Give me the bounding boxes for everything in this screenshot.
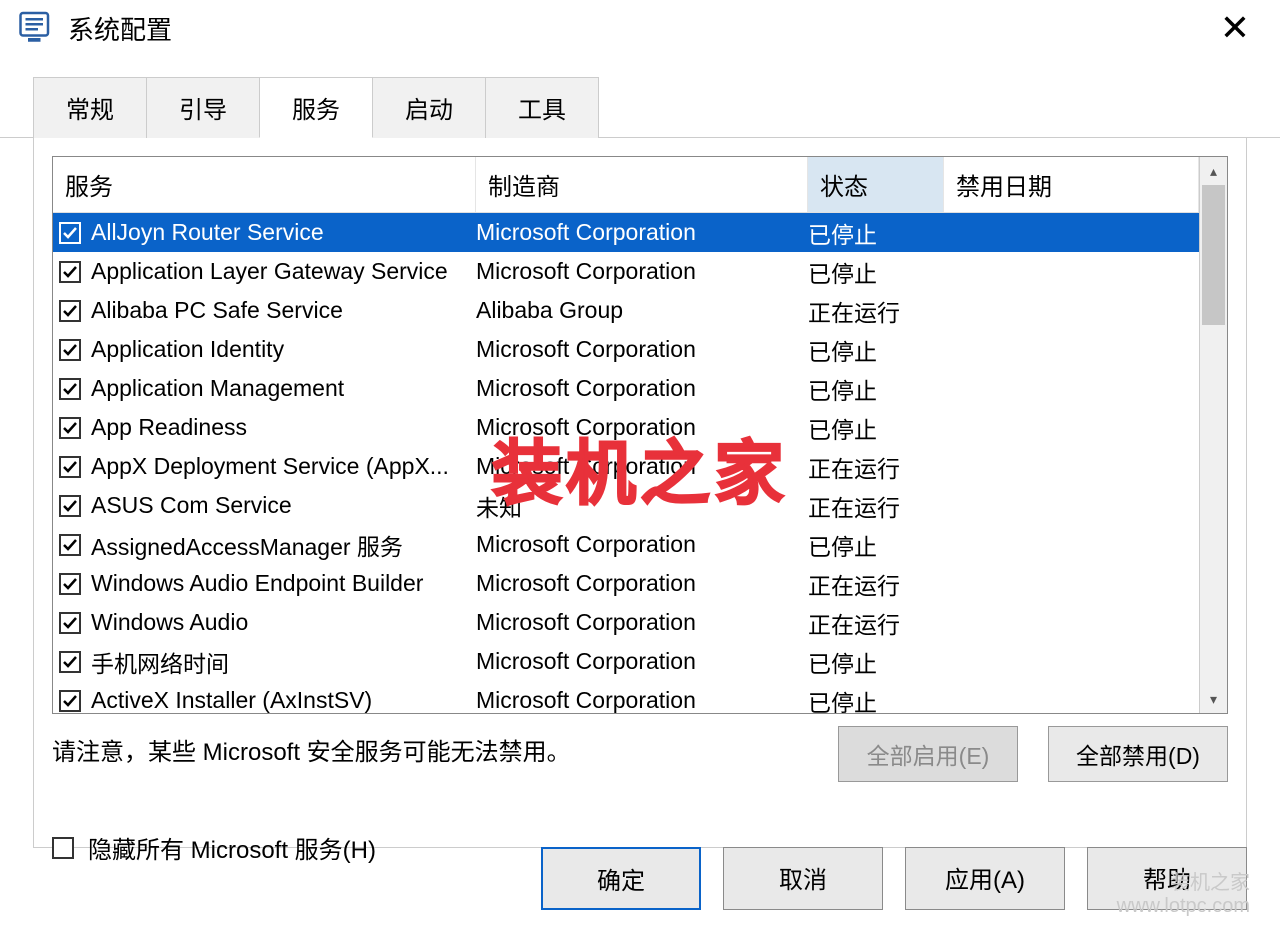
scroll-thumb[interactable]: [1202, 185, 1225, 325]
table-row[interactable]: Application ManagementMicrosoft Corporat…: [53, 369, 1199, 408]
table-row[interactable]: Windows AudioMicrosoft Corporation正在运行: [53, 603, 1199, 642]
cell-status: 正在运行: [808, 489, 944, 523]
cell-status: 已停止: [808, 411, 944, 445]
cell-service: AppX Deployment Service (AppX...: [87, 453, 476, 480]
tab-startup[interactable]: 启动: [372, 77, 486, 138]
ok-button[interactable]: 确定: [541, 847, 701, 910]
list-body[interactable]: AllJoyn Router ServiceMicrosoft Corporat…: [53, 213, 1199, 713]
close-button[interactable]: ✕: [1202, 10, 1268, 46]
col-manufacturer[interactable]: 制造商: [476, 157, 808, 212]
checkbox-icon: [52, 837, 74, 859]
enable-all-button[interactable]: 全部启用(E): [838, 726, 1018, 782]
row-checkbox[interactable]: [53, 651, 87, 673]
cell-service: 手机网络时间: [87, 645, 476, 679]
cell-status: 已停止: [808, 372, 944, 406]
row-checkbox[interactable]: [53, 378, 87, 400]
cell-status: 已停止: [808, 684, 944, 714]
cell-service: Windows Audio: [87, 609, 476, 636]
row-checkbox[interactable]: [53, 222, 87, 244]
cell-status: 正在运行: [808, 450, 944, 484]
tab-boot[interactable]: 引导: [146, 77, 260, 138]
table-row[interactable]: ActiveX Installer (AxInstSV)Microsoft Co…: [53, 681, 1199, 713]
cell-manufacturer: Microsoft Corporation: [476, 336, 808, 363]
cell-status: 已停止: [808, 216, 944, 250]
row-checkbox[interactable]: [53, 417, 87, 439]
cell-manufacturer: Microsoft Corporation: [476, 453, 808, 480]
row-checkbox[interactable]: [53, 456, 87, 478]
table-row[interactable]: AllJoyn Router ServiceMicrosoft Corporat…: [53, 213, 1199, 252]
row-checkbox[interactable]: [53, 261, 87, 283]
hide-microsoft-label: 隐藏所有 Microsoft 服务(H): [88, 830, 376, 865]
cell-service: ASUS Com Service: [87, 492, 476, 519]
tab-strip: 常规 引导 服务 启动 工具: [0, 76, 1280, 138]
cell-service: Application Identity: [87, 336, 476, 363]
title-bar: 系统配置 ✕: [0, 0, 1280, 56]
scroll-track[interactable]: [1200, 185, 1227, 685]
col-status[interactable]: 状态: [808, 157, 944, 212]
help-button[interactable]: 帮助: [1087, 847, 1247, 910]
row-checkbox[interactable]: [53, 300, 87, 322]
disable-all-button[interactable]: 全部禁用(D): [1048, 726, 1228, 782]
cell-manufacturer: Microsoft Corporation: [476, 414, 808, 441]
cell-manufacturer: Microsoft Corporation: [476, 570, 808, 597]
scroll-down-button[interactable]: ▾: [1200, 685, 1227, 713]
table-row[interactable]: ASUS Com Service未知正在运行: [53, 486, 1199, 525]
table-row[interactable]: AssignedAccessManager 服务Microsoft Corpor…: [53, 525, 1199, 564]
table-row[interactable]: Windows Audio Endpoint BuilderMicrosoft …: [53, 564, 1199, 603]
table-row[interactable]: AppX Deployment Service (AppX...Microsof…: [53, 447, 1199, 486]
window-title: 系统配置: [68, 10, 172, 47]
services-list: 服务 制造商 状态 禁用日期 AllJoyn Router ServiceMic…: [52, 156, 1228, 714]
cell-service: AllJoyn Router Service: [87, 219, 476, 246]
cell-service: Application Layer Gateway Service: [87, 258, 476, 285]
col-service[interactable]: 服务: [53, 157, 476, 212]
cell-service: App Readiness: [87, 414, 476, 441]
cell-status: 正在运行: [808, 606, 944, 640]
cell-status: 已停止: [808, 528, 944, 562]
table-row[interactable]: Application IdentityMicrosoft Corporatio…: [53, 330, 1199, 369]
tab-services[interactable]: 服务: [259, 77, 373, 138]
table-row[interactable]: Application Layer Gateway ServiceMicroso…: [53, 252, 1199, 291]
cell-manufacturer: Microsoft Corporation: [476, 258, 808, 285]
cell-status: 正在运行: [808, 294, 944, 328]
cell-status: 已停止: [808, 255, 944, 289]
vertical-scrollbar[interactable]: ▴ ▾: [1199, 157, 1227, 713]
scroll-up-button[interactable]: ▴: [1200, 157, 1227, 185]
dialog-footer: 确定 取消 应用(A) 帮助: [541, 847, 1247, 910]
cell-manufacturer: 未知: [476, 489, 808, 523]
list-header: 服务 制造商 状态 禁用日期: [53, 157, 1199, 213]
table-row[interactable]: Alibaba PC Safe ServiceAlibaba Group正在运行: [53, 291, 1199, 330]
services-panel: 服务 制造商 状态 禁用日期 AllJoyn Router ServiceMic…: [33, 138, 1247, 848]
cell-manufacturer: Microsoft Corporation: [476, 648, 808, 675]
row-checkbox[interactable]: [53, 339, 87, 361]
tab-general[interactable]: 常规: [33, 77, 147, 138]
cell-manufacturer: Microsoft Corporation: [476, 531, 808, 558]
cell-manufacturer: Microsoft Corporation: [476, 219, 808, 246]
cell-status: 已停止: [808, 645, 944, 679]
cell-manufacturer: Microsoft Corporation: [476, 687, 808, 713]
msconfig-icon: [18, 8, 58, 48]
cell-status: 已停止: [808, 333, 944, 367]
row-checkbox[interactable]: [53, 573, 87, 595]
cell-service: AssignedAccessManager 服务: [87, 528, 476, 562]
cell-manufacturer: Alibaba Group: [476, 297, 808, 324]
row-checkbox[interactable]: [53, 534, 87, 556]
cell-manufacturer: Microsoft Corporation: [476, 609, 808, 636]
table-row[interactable]: App ReadinessMicrosoft Corporation已停止: [53, 408, 1199, 447]
row-checkbox[interactable]: [53, 495, 87, 517]
cell-service: Alibaba PC Safe Service: [87, 297, 476, 324]
row-checkbox[interactable]: [53, 690, 87, 712]
security-note: 请注意，某些 Microsoft 安全服务可能无法禁用。: [52, 726, 838, 767]
apply-button[interactable]: 应用(A): [905, 847, 1065, 910]
table-row[interactable]: 手机网络时间Microsoft Corporation已停止: [53, 642, 1199, 681]
cancel-button[interactable]: 取消: [723, 847, 883, 910]
row-checkbox[interactable]: [53, 612, 87, 634]
cell-service: Application Management: [87, 375, 476, 402]
cell-manufacturer: Microsoft Corporation: [476, 375, 808, 402]
cell-service: ActiveX Installer (AxInstSV): [87, 687, 476, 713]
cell-service: Windows Audio Endpoint Builder: [87, 570, 476, 597]
tab-tools[interactable]: 工具: [485, 77, 599, 138]
col-disabled-date[interactable]: 禁用日期: [944, 157, 1199, 212]
cell-status: 正在运行: [808, 567, 944, 601]
